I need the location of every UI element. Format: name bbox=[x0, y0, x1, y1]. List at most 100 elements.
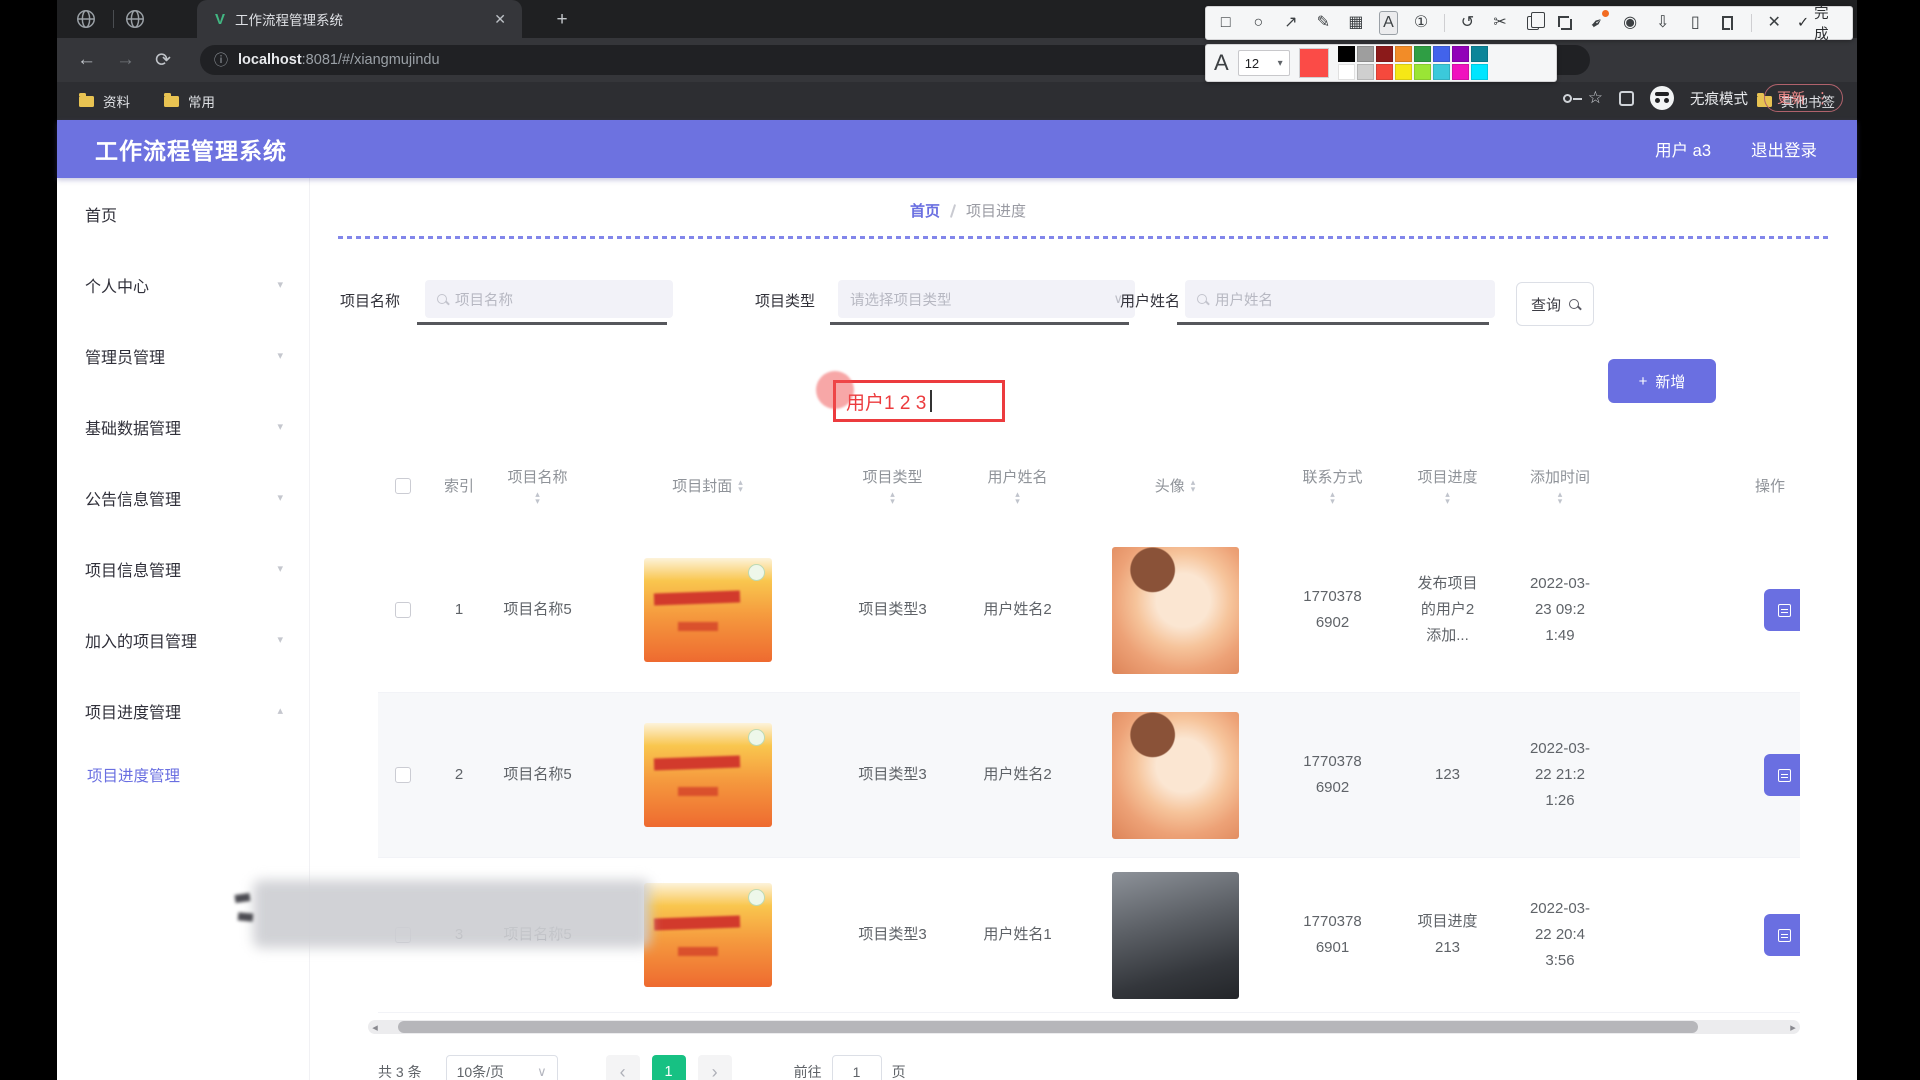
col-header-phone[interactable]: 联系方式 bbox=[1270, 443, 1395, 528]
download-icon[interactable]: ⇩ bbox=[1653, 11, 1673, 35]
detail-button[interactable]: 详情 bbox=[1764, 589, 1800, 631]
col-header-cover[interactable]: 项目封面 bbox=[585, 443, 830, 528]
sidebar-subitem-project-progress[interactable]: 项目进度管理 bbox=[57, 746, 309, 804]
sidebar-item-admin-management[interactable]: 管理员管理▾ bbox=[57, 320, 309, 391]
password-manager-icon[interactable] bbox=[1563, 94, 1572, 103]
window-switcher-1[interactable] bbox=[73, 6, 99, 32]
pin-icon[interactable]: ✒ bbox=[1588, 11, 1608, 35]
prev-page-button[interactable]: ‹ bbox=[606, 1055, 640, 1080]
arrow-tool-icon[interactable]: ↗ bbox=[1281, 11, 1301, 35]
page-size-select[interactable]: 10条/页 ∨ bbox=[446, 1055, 558, 1080]
sidebar-item-joined-projects[interactable]: 加入的项目管理▾ bbox=[57, 604, 309, 675]
color-swatch[interactable] bbox=[1395, 64, 1412, 80]
bookmark-folder-ziliao[interactable]: 资料 bbox=[79, 91, 130, 111]
update-chrome-button[interactable]: 更新 ⋮ bbox=[1764, 84, 1843, 112]
window-switcher-2[interactable] bbox=[122, 6, 148, 32]
page-number-active[interactable]: 1 bbox=[652, 1055, 686, 1080]
scrollbar-thumb[interactable] bbox=[398, 1021, 1698, 1033]
text-tool-icon[interactable]: A bbox=[1379, 11, 1399, 35]
color-swatch[interactable] bbox=[1414, 46, 1431, 62]
search-button[interactable]: 查询 bbox=[1516, 282, 1594, 326]
sort-icon[interactable] bbox=[1445, 491, 1450, 505]
detail-button[interactable]: 详情 bbox=[1764, 754, 1800, 796]
scroll-right-icon[interactable]: ▸ bbox=[1786, 1021, 1800, 1034]
col-header-user[interactable]: 用户姓名 bbox=[955, 443, 1080, 528]
col-header-type[interactable]: 项目类型 bbox=[830, 443, 955, 528]
user-name-input[interactable]: 用户姓名 bbox=[1185, 280, 1495, 318]
row-checkbox[interactable] bbox=[395, 602, 411, 618]
sidebar-item-base-data[interactable]: 基础数据管理▾ bbox=[57, 391, 309, 462]
sort-icon[interactable] bbox=[1191, 479, 1196, 493]
rectangle-tool-icon[interactable]: □ bbox=[1216, 11, 1236, 35]
new-tab-button[interactable]: + bbox=[549, 7, 575, 33]
sort-icon[interactable] bbox=[535, 491, 540, 505]
undo-icon[interactable]: ↺ bbox=[1458, 11, 1478, 35]
sort-icon[interactable] bbox=[1330, 491, 1335, 505]
cut-icon[interactable]: ✂ bbox=[1490, 11, 1510, 35]
color-swatch[interactable] bbox=[1414, 64, 1431, 80]
color-swatch[interactable] bbox=[1452, 64, 1469, 80]
ellipse-tool-icon[interactable]: ○ bbox=[1249, 11, 1269, 35]
color-swatch[interactable] bbox=[1433, 64, 1450, 80]
color-swatch[interactable] bbox=[1357, 46, 1374, 62]
sidebar-item-home[interactable]: 首页 bbox=[57, 178, 309, 249]
col-header-avatar[interactable]: 头像 bbox=[1080, 443, 1270, 528]
current-color-swatch[interactable] bbox=[1299, 48, 1329, 78]
sort-icon[interactable] bbox=[738, 479, 743, 493]
breadcrumb-home[interactable]: 首页 bbox=[910, 200, 940, 221]
project-type-select[interactable]: 请选择项目类型 ∨ bbox=[838, 280, 1135, 318]
copy-icon[interactable] bbox=[1523, 11, 1543, 35]
back-button[interactable]: ← bbox=[77, 49, 96, 71]
color-swatch[interactable] bbox=[1395, 46, 1412, 62]
incognito-avatar-icon[interactable] bbox=[1650, 86, 1674, 110]
goto-page-input[interactable] bbox=[832, 1055, 882, 1080]
col-header-name[interactable]: 项目名称 bbox=[490, 443, 585, 528]
sidebar-item-project-progress[interactable]: 项目进度管理▴ bbox=[57, 675, 309, 746]
sort-icon[interactable] bbox=[1558, 491, 1563, 505]
tab-close-icon[interactable]: ✕ bbox=[490, 9, 510, 30]
col-header-progress[interactable]: 项目进度 bbox=[1395, 443, 1500, 528]
col-header-time[interactable]: 添加时间 bbox=[1500, 443, 1620, 528]
browser-menu-icon[interactable]: ⋮ bbox=[1815, 89, 1830, 107]
user-label[interactable]: 用户 a3 bbox=[1655, 137, 1711, 161]
select-all-checkbox[interactable] bbox=[395, 478, 411, 494]
sort-icon[interactable] bbox=[890, 491, 895, 505]
browser-tab[interactable]: V 工作流程管理系统 ✕ bbox=[197, 0, 522, 38]
crop-fullscreen-icon[interactable] bbox=[1555, 11, 1575, 35]
color-swatch[interactable] bbox=[1376, 64, 1393, 80]
done-button[interactable]: ✓ 完成 bbox=[1797, 2, 1842, 44]
color-swatch[interactable] bbox=[1452, 46, 1469, 62]
project-name-input[interactable]: 项目名称 bbox=[425, 280, 673, 318]
color-swatch[interactable] bbox=[1471, 64, 1488, 80]
detail-button[interactable]: 详情 bbox=[1764, 914, 1800, 956]
pen-tool-icon[interactable]: ✎ bbox=[1314, 11, 1334, 35]
bookmark-tool-icon[interactable] bbox=[1718, 11, 1738, 35]
step-number-tool-icon[interactable]: ① bbox=[1411, 11, 1431, 35]
color-swatch[interactable] bbox=[1338, 64, 1355, 80]
cancel-icon[interactable]: ✕ bbox=[1764, 11, 1784, 35]
color-swatch[interactable] bbox=[1433, 46, 1450, 62]
mosaic-tool-icon[interactable]: ▦ bbox=[1346, 11, 1366, 35]
next-page-button[interactable]: › bbox=[698, 1055, 732, 1080]
sidebar-item-personal-center[interactable]: 个人中心▾ bbox=[57, 249, 309, 320]
logout-link[interactable]: 退出登录 bbox=[1751, 137, 1817, 161]
side-panel-icon[interactable] bbox=[1619, 91, 1634, 106]
device-icon[interactable]: ▯ bbox=[1685, 11, 1705, 35]
color-swatch[interactable] bbox=[1471, 46, 1488, 62]
color-swatch[interactable] bbox=[1338, 46, 1355, 62]
add-button[interactable]: + 新增 bbox=[1608, 359, 1716, 403]
col-header-index[interactable]: 索引 bbox=[428, 443, 490, 528]
bookmark-star-icon[interactable]: ☆ bbox=[1588, 88, 1603, 108]
sidebar-item-project-info[interactable]: 项目信息管理▾ bbox=[57, 533, 309, 604]
reload-button[interactable]: ⟳ bbox=[155, 49, 171, 72]
sort-icon[interactable] bbox=[1015, 491, 1020, 505]
sidebar-item-announcement[interactable]: 公告信息管理▾ bbox=[57, 462, 309, 533]
forward-button[interactable]: → bbox=[116, 49, 135, 71]
record-icon[interactable]: ◉ bbox=[1620, 11, 1640, 35]
color-swatch[interactable] bbox=[1376, 46, 1393, 62]
scroll-left-icon[interactable]: ◂ bbox=[368, 1021, 382, 1034]
site-info-icon[interactable]: ⓘ bbox=[214, 50, 228, 70]
bookmark-folder-changyong[interactable]: 常用 bbox=[164, 91, 215, 111]
row-checkbox[interactable] bbox=[395, 767, 411, 783]
font-size-select[interactable]: 12 ▾ bbox=[1238, 50, 1290, 76]
